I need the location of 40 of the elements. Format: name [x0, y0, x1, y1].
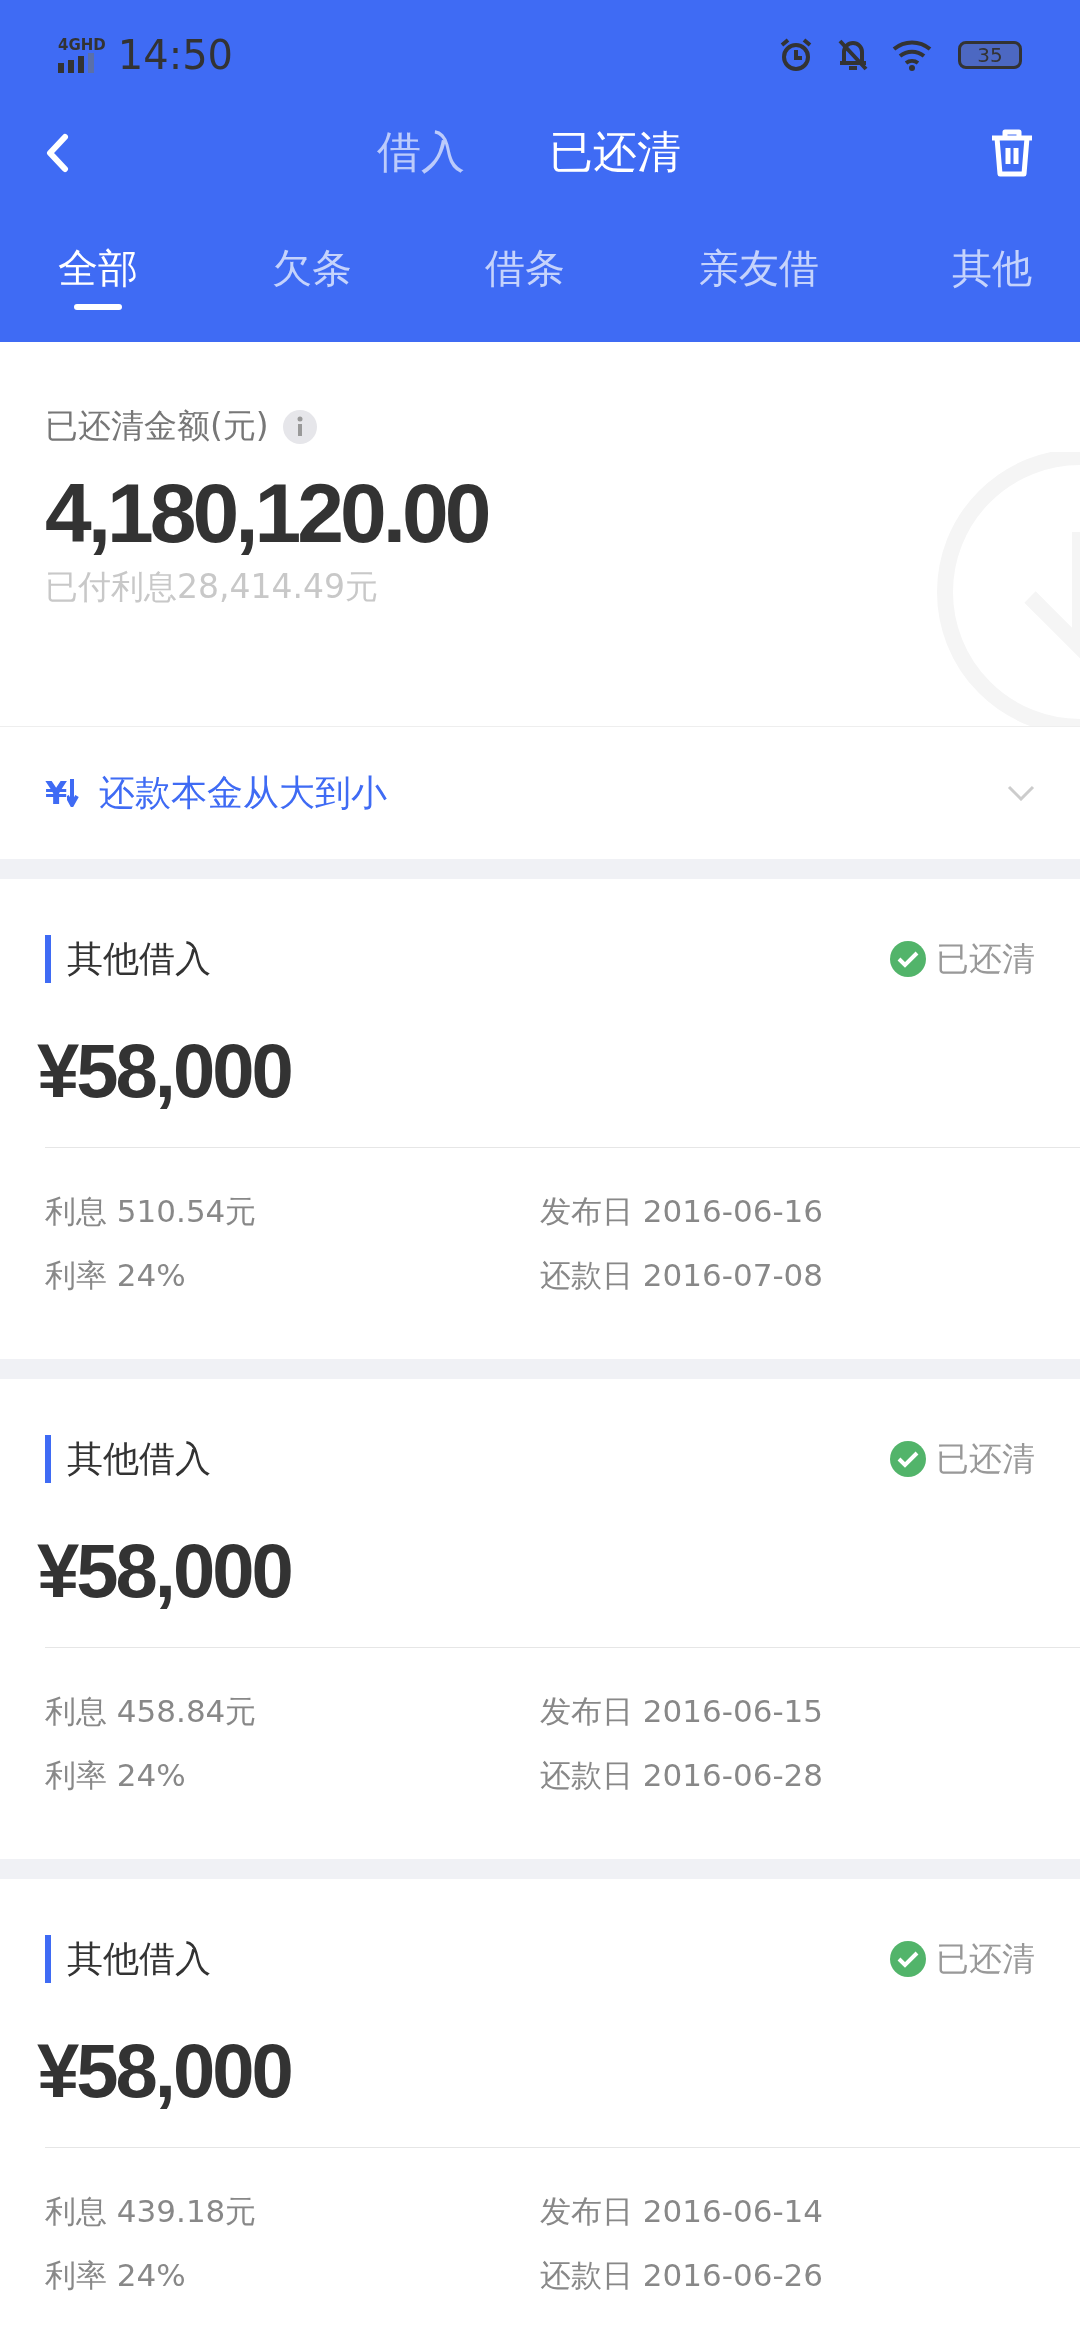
filter-tab[interactable]: 全部 — [52, 240, 144, 310]
info-icon[interactable] — [282, 409, 317, 444]
loan-amount: ¥58,000 — [37, 1527, 291, 1615]
rate-text: 利率 24% — [45, 1256, 187, 1295]
sort-label: 还款本金从大到小 — [99, 770, 389, 815]
status-label: 已还清 — [936, 1937, 1035, 1980]
status-time: 14:50 — [117, 32, 234, 78]
filter-tab[interactable]: 其他 — [946, 240, 1038, 310]
issue-date-text: 发布日 2016-06-15 — [540, 1692, 824, 1731]
loan-amount: ¥58,000 — [37, 1027, 291, 1115]
rate-text: 利率 24% — [45, 1756, 187, 1795]
total-amount: 4,180,120.00 — [45, 465, 488, 562]
filter-tab[interactable]: 亲友借 — [692, 240, 825, 310]
repay-date-text: 还款日 2016-06-28 — [540, 1756, 824, 1795]
loan-title: 其他借入 — [67, 1436, 212, 1481]
status-label: 已还清 — [936, 937, 1035, 980]
back-icon[interactable] — [45, 132, 69, 173]
header-tab[interactable]: 借入 — [377, 123, 465, 182]
filter-tab[interactable]: 欠条 — [265, 240, 358, 310]
filter-tab[interactable]: 借条 — [479, 240, 571, 310]
repay-date-text: 还款日 2016-07-08 — [540, 1256, 824, 1295]
interest-text: 利息 458.84元 — [45, 1692, 258, 1731]
issue-date-text: 发布日 2016-06-16 — [540, 1192, 824, 1231]
network-label: 4GHD — [58, 37, 106, 53]
header-tab[interactable]: 已还清 — [549, 123, 681, 182]
repay-date-text: 还款日 2016-06-26 — [540, 2256, 824, 2295]
loan-amount: ¥58,000 — [37, 2027, 291, 2115]
status-label: 已还清 — [936, 1437, 1035, 1480]
chevron-down-icon — [1007, 785, 1035, 801]
trash-icon[interactable] — [989, 127, 1035, 178]
issue-date-text: 发布日 2016-06-14 — [540, 2192, 824, 2231]
battery-icon: 35 — [958, 41, 1022, 69]
interest-text: 利息 510.54元 — [45, 1192, 258, 1231]
alarm-icon — [778, 37, 814, 73]
summary-label: 已还清金额(元) — [45, 405, 269, 447]
loan-title: 其他借入 — [67, 1936, 212, 1981]
muted-bell-icon — [836, 37, 870, 73]
interest-text: 利息 439.18元 — [45, 2192, 258, 2231]
loan-title: 其他借入 — [67, 936, 212, 981]
rate-text: 利率 24% — [45, 2256, 187, 2295]
